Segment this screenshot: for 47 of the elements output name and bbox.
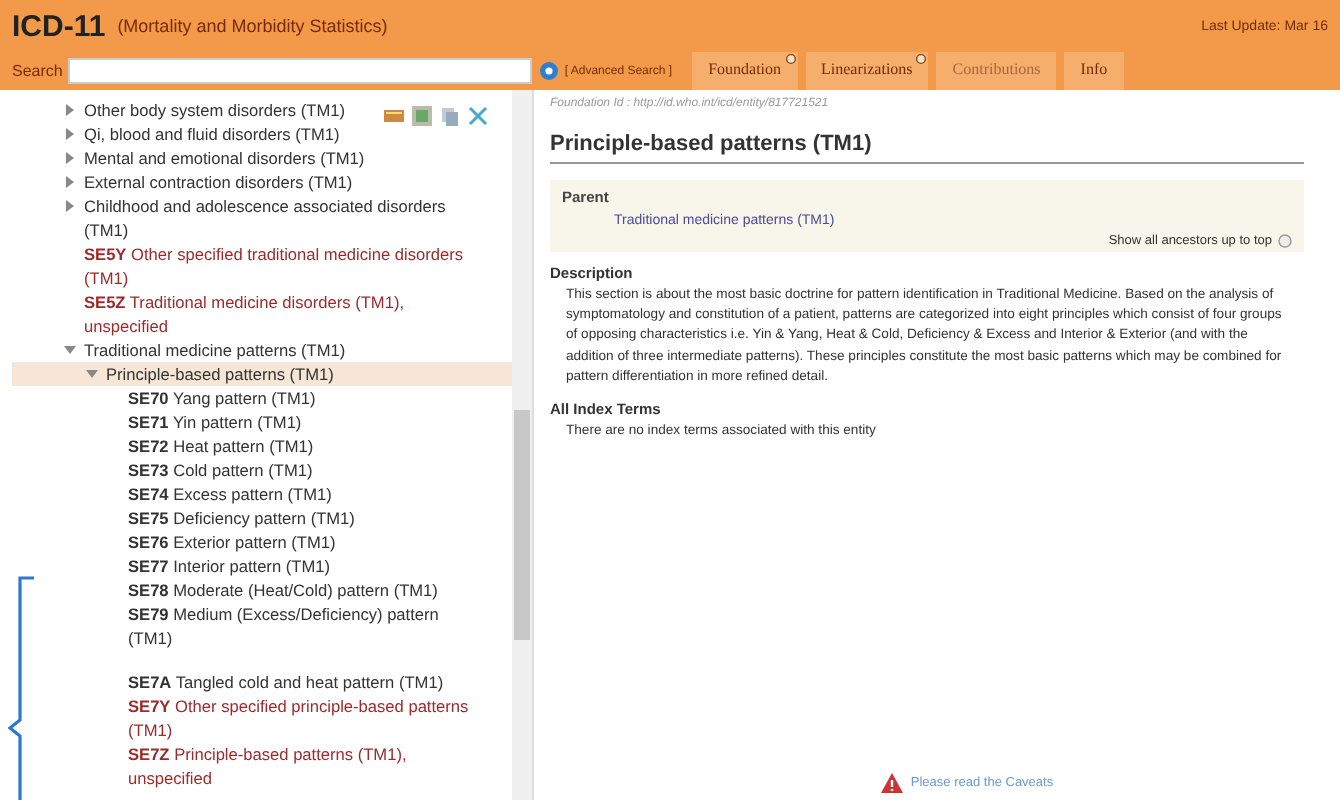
table-icon[interactable] [384, 106, 404, 126]
tree-item[interactable]: SE5Z Traditional medicine disorders (TM1), unspecified [84, 290, 484, 338]
collapsed-triangle-icon[interactable] [64, 152, 76, 164]
warning-icon [880, 772, 905, 794]
app-title: ICD-11 [12, 9, 106, 43]
tree-item[interactable]: SE75 Deficiency pattern (TM1) [128, 506, 484, 530]
help-icon[interactable] [1278, 234, 1292, 248]
tree-item[interactable]: Mental and emotional disorders (TM1) [84, 146, 484, 170]
nav-tab[interactable]: Linearizations [805, 52, 929, 90]
search-field[interactable] [68, 58, 533, 84]
tree-item[interactable]: SE5Y Other specified traditional medicine disorders (TM1) [84, 242, 484, 290]
collapsed-triangle-icon[interactable] [64, 104, 76, 116]
tree-item[interactable]: Principle-based patterns (TM1) [106, 362, 512, 386]
tree-item[interactable]: SE73 Cold pattern (TM1) [128, 458, 484, 482]
nav-tab[interactable]: Foundation [692, 52, 798, 90]
expanded-triangle-icon[interactable] [86, 368, 98, 380]
tree-item[interactable]: Childhood and adolescence associated disorders (TM1) [84, 194, 484, 242]
help-icon[interactable] [540, 62, 559, 80]
tree-item[interactable]: External contraction disorders (TM1) [84, 170, 484, 194]
tree-item[interactable]: SE78 Moderate (Heat/Cold) pattern (TM1) [128, 578, 484, 602]
tree-item[interactable]: Traditional medicine patterns (TM1) [84, 338, 484, 362]
app-subtitle: (Mortality and Morbidity Statistics) [117, 16, 388, 36]
tree-item[interactable]: SE70 Yang pattern (TM1) [128, 386, 484, 410]
expanded-triangle-icon[interactable] [64, 344, 76, 356]
tree-item[interactable]: SE7Y Other specified principle-based patterns (TM1) [128, 694, 484, 742]
help-icon[interactable] [916, 54, 927, 64]
tree-item[interactable]: SE71 Yin pattern (TM1) [128, 410, 484, 434]
tree-item[interactable]: SE74 Excess pattern (TM1) [128, 482, 484, 506]
collapsed-triangle-icon[interactable] [64, 128, 76, 140]
tree-item[interactable]: SE72 Heat pattern (TM1) [128, 434, 484, 458]
tree-item[interactable]: SE76 Exterior pattern (TM1) [128, 530, 484, 554]
tree-item[interactable]: SE7Z Principle-based patterns (TM1), unspecified [128, 742, 484, 790]
copy-icon[interactable] [440, 106, 460, 126]
collapsed-triangle-icon[interactable] [64, 200, 76, 212]
tree-item[interactable]: Other body system disorders (TM1) [84, 98, 376, 122]
scrollbar-thumb[interactable] [514, 410, 530, 640]
collapse-icon[interactable] [468, 106, 488, 126]
nav-tab[interactable]: Info [1064, 52, 1124, 90]
tree-item[interactable]: SE77 Interior pattern (TM1) [128, 554, 484, 578]
collapsed-triangle-icon[interactable] [64, 176, 76, 188]
search-label: Search [12, 62, 63, 80]
help-icon[interactable] [785, 54, 796, 64]
tree-item[interactable]: SE79 Medium (Excess/Deficiency) pattern (TM1) [128, 602, 484, 650]
selected-row[interactable]: Principle-based patterns (TM1) [12, 362, 512, 386]
tree-item[interactable]: Qi, blood and fluid disorders (TM1) [84, 122, 484, 146]
entity-title: Principle-based patterns (TM1) [550, 132, 1304, 164]
tree-item[interactable]: SE7A Tangled cold and heat pattern (TM1) [128, 670, 484, 694]
